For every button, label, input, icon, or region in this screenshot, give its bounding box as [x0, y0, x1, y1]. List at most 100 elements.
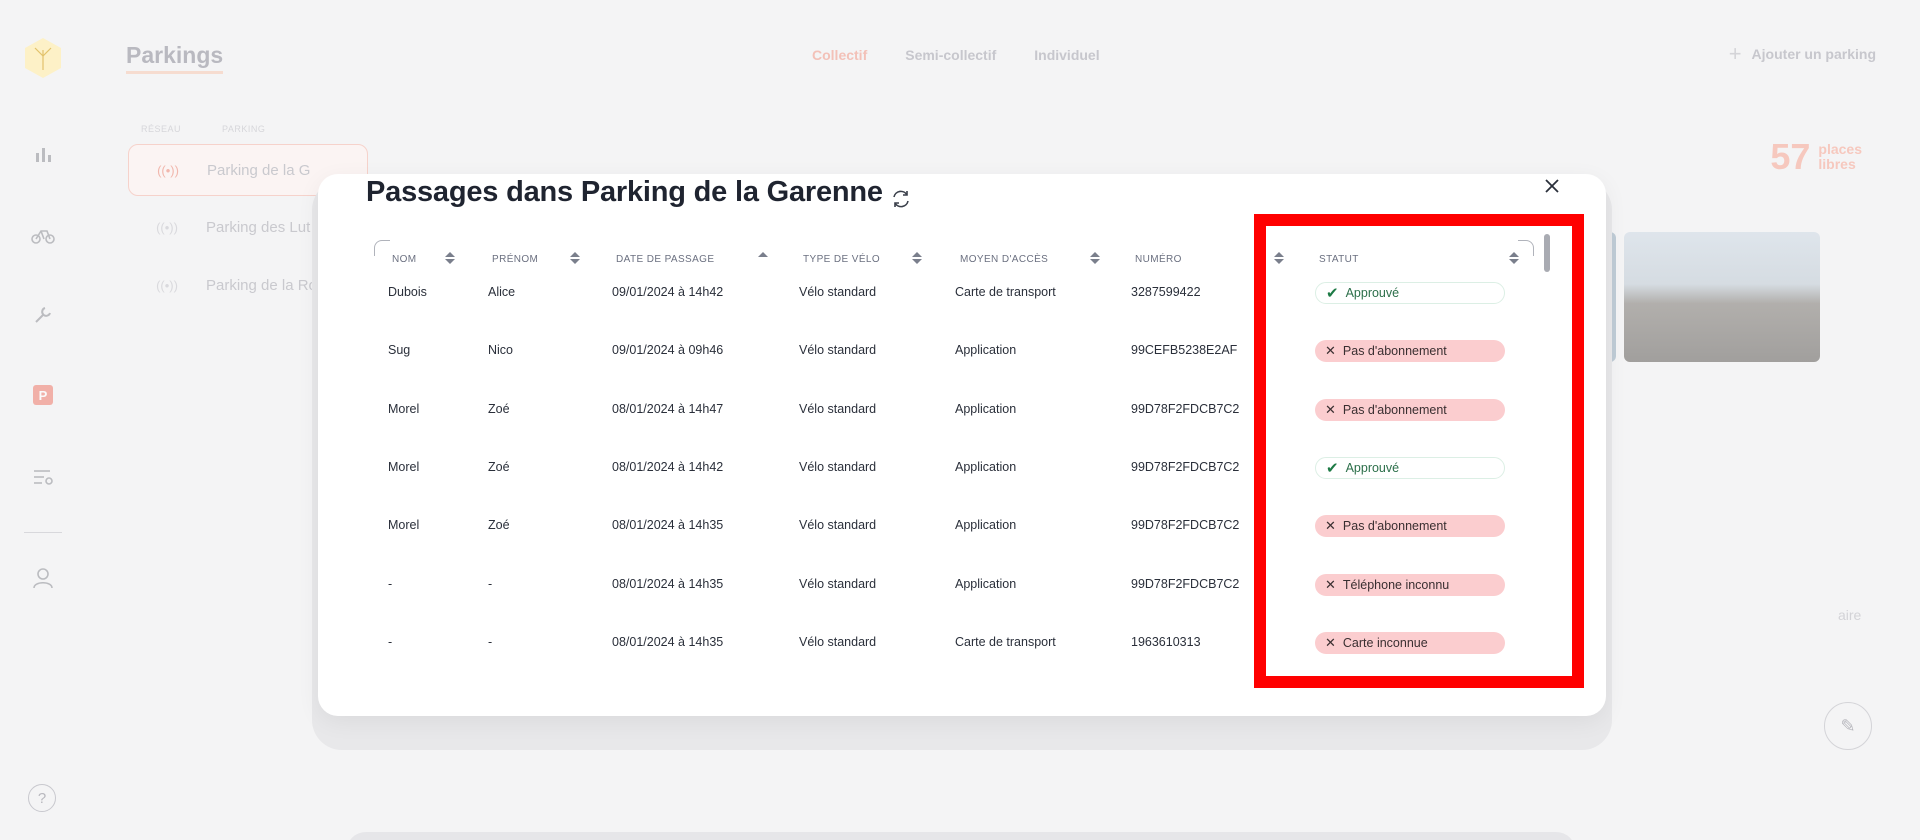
user-icon[interactable] — [28, 563, 58, 593]
cell-prenom: Zoé — [488, 459, 510, 474]
status-badge: ✕ Téléphone inconnu — [1315, 573, 1505, 596]
plus-icon: + — [1728, 41, 1742, 66]
bg-header-reseau[interactable]: RÉSEAU — [141, 124, 181, 134]
chart-icon[interactable] — [28, 139, 58, 169]
cell-date: 08/01/2024 à 14h47 — [612, 401, 724, 416]
cell-prenom: Zoé — [488, 401, 510, 416]
bg-faded-text: aire — [1838, 607, 1862, 623]
help-icon[interactable]: ? — [28, 784, 56, 812]
cell-acces: Application — [955, 518, 1017, 533]
modal-header: Passages dans Parking de la Garenne — [366, 176, 883, 209]
status-label: Approuvé — [1345, 286, 1400, 300]
cell-type: Vélo standard — [799, 459, 877, 474]
cell-prenom: Zoé — [488, 518, 510, 533]
cross-icon: ✕ — [1325, 518, 1336, 534]
status-label: Pas d'abonnement — [1342, 344, 1447, 359]
cell-nom: Morel — [388, 459, 420, 474]
status-badge: ✕ Pas d'abonnement — [1315, 340, 1505, 363]
passages-modal: Passages dans Parking de la Garenne NOM … — [318, 174, 1606, 716]
bg-panel — [346, 832, 1576, 840]
bg-parking-name: Parking des Lut — [206, 218, 311, 236]
add-parking-label: Ajouter un parking — [1751, 46, 1876, 62]
bike-icon[interactable] — [28, 220, 58, 250]
cell-date: 08/01/2024 à 14h42 — [612, 459, 724, 474]
settings-list-icon[interactable] — [28, 462, 58, 492]
cell-date: 09/01/2024 à 09h46 — [612, 343, 724, 358]
app-logo[interactable] — [21, 36, 65, 80]
cell-acces: Application — [955, 401, 1017, 416]
cell-date: 08/01/2024 à 14h35 — [612, 576, 724, 591]
free-places-counter: 57 places libres — [1770, 136, 1862, 178]
cell-numero: 99D78F2FDCB7C2 — [1131, 459, 1240, 474]
bg-header-parking[interactable]: PARKING — [222, 124, 265, 134]
cell-acces: Carte de transport — [955, 634, 1056, 649]
cell-acces: Application — [955, 576, 1017, 591]
check-icon: ✔ — [1326, 459, 1339, 477]
cell-type: Vélo standard — [799, 634, 877, 649]
table-row[interactable]: - - 08/01/2024 à 14h35 Vélo standard Carte d… — [318, 613, 1606, 671]
cell-nom: - — [388, 634, 393, 649]
cell-date: 08/01/2024 à 14h35 — [612, 518, 724, 533]
modal-title: Passages dans Parking de la Garenne — [366, 176, 883, 208]
sidebar: P ? — [0, 0, 86, 840]
refresh-icon[interactable] — [890, 188, 912, 210]
parking-photo[interactable] — [1624, 232, 1820, 362]
table-row[interactable]: Dubois Alice 09/01/2024 à 14h42 Vélo standa… — [318, 263, 1606, 321]
cell-type: Vélo standard — [799, 285, 877, 299]
cross-icon: ✕ — [1325, 576, 1336, 592]
cross-icon: ✕ — [1325, 343, 1336, 359]
add-parking-button[interactable]: + Ajouter un parking — [1728, 41, 1876, 66]
cell-numero: 99D78F2FDCB7C2 — [1131, 576, 1240, 591]
cell-nom: Dubois — [388, 285, 427, 299]
cell-nom: - — [388, 576, 393, 591]
cell-acces: Application — [955, 459, 1017, 474]
table-row[interactable]: Sug Nico 09/01/2024 à 09h46 Vélo standard Ap… — [318, 321, 1606, 379]
tab-collectif[interactable]: Collectif — [812, 47, 867, 63]
table-row[interactable]: Morel Zoé 08/01/2024 à 14h42 Vélo standard A… — [318, 438, 1606, 496]
close-button[interactable] — [1540, 174, 1564, 198]
cell-numero: 99D78F2FDCB7C2 — [1131, 518, 1240, 533]
table-row[interactable]: - - 08/01/2024 à 14h35 Vélo standard Applica… — [318, 555, 1606, 613]
parking-icon[interactable]: P — [28, 380, 58, 410]
table-row[interactable]: Morel Zoé 08/01/2024 à 14h35 Vélo standard A… — [318, 496, 1606, 554]
cell-acces: Application — [955, 343, 1017, 358]
signal-icon: ((•)) — [156, 219, 178, 235]
cell-type: Vélo standard — [799, 343, 877, 358]
tab-individuel[interactable]: Individuel — [1034, 47, 1099, 63]
status-badge: ✕ Pas d'abonnement — [1315, 515, 1505, 538]
signal-icon: ((•)) — [157, 162, 179, 178]
cell-prenom: Nico — [488, 343, 514, 358]
signal-icon: ((•)) — [156, 277, 178, 293]
free-places-label-1: places — [1818, 141, 1862, 157]
cell-prenom: Alice — [488, 285, 516, 299]
check-icon: ✔ — [1326, 285, 1339, 302]
cell-type: Vélo standard — [799, 518, 877, 533]
page-title: Parkings — [126, 42, 224, 74]
cell-type: Vélo standard — [799, 576, 877, 591]
cell-prenom: - — [488, 576, 493, 591]
cell-nom: Sug — [388, 343, 411, 358]
bg-parking-name: Parking de la Ro — [206, 276, 317, 294]
close-icon — [1545, 179, 1559, 193]
edit-icon[interactable]: ✎ — [1824, 702, 1872, 750]
status-badge: ✕ Carte inconnue — [1315, 631, 1505, 654]
cell-numero: 99CEFB5238E2AF — [1131, 343, 1238, 358]
cell-nom: Morel — [388, 401, 420, 416]
table-row[interactable]: Morel Zoé 08/01/2024 à 14h47 Vélo standard A… — [318, 380, 1606, 438]
bg-parking-name: Parking de la G — [207, 161, 311, 179]
wrench-icon[interactable] — [28, 300, 58, 330]
status-badge: ✔ Approuvé — [1315, 282, 1505, 304]
cross-icon: ✕ — [1325, 634, 1336, 650]
cell-prenom: - — [488, 634, 493, 649]
status-label: Pas d'abonnement — [1342, 402, 1447, 417]
tab-semi-collectif[interactable]: Semi-collectif — [905, 47, 996, 63]
free-places-label: places libres — [1818, 142, 1862, 172]
cell-date: 09/01/2024 à 14h42 — [612, 285, 724, 299]
free-places-number: 57 — [1770, 136, 1811, 177]
cell-numero: 3287599422 — [1131, 285, 1201, 299]
status-label: Carte inconnue — [1342, 635, 1428, 650]
status-label: Approuvé — [1345, 460, 1400, 475]
cell-nom: Morel — [388, 518, 420, 533]
cell-numero: 99D78F2FDCB7C2 — [1131, 401, 1240, 416]
sidebar-divider — [24, 532, 62, 533]
